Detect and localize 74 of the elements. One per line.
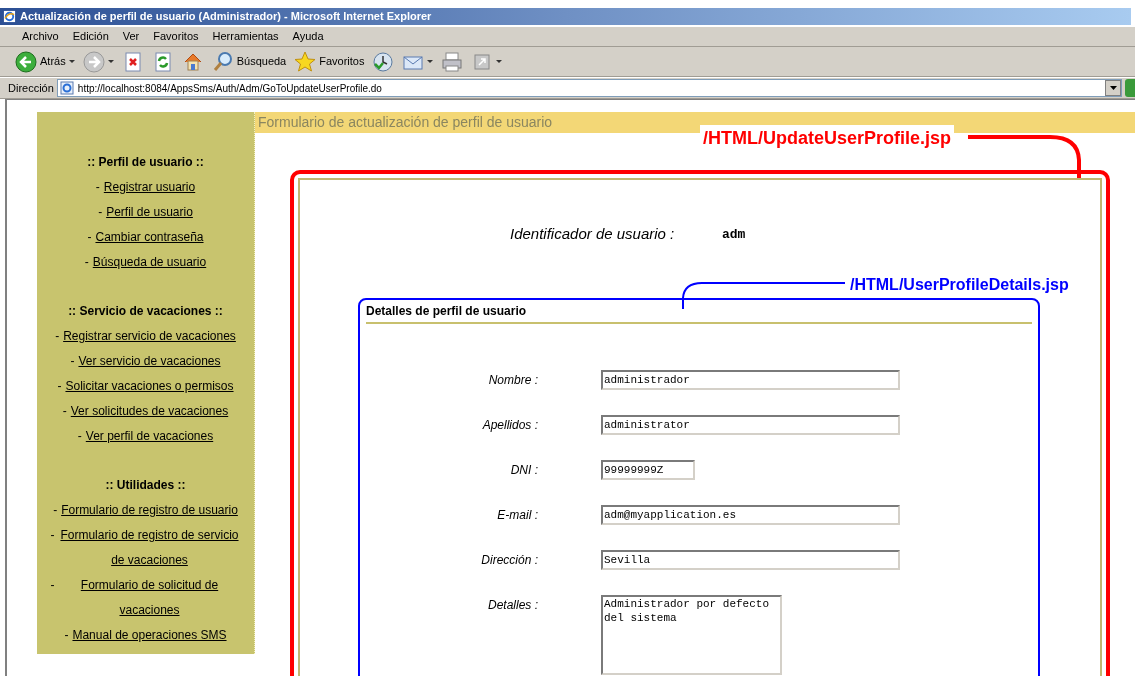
bullet-dash: - xyxy=(77,428,82,445)
caret-icon xyxy=(107,60,114,63)
input-field[interactable]: Sevilla xyxy=(601,549,900,570)
address-field[interactable]: http://localhost:8084/AppsSms/Auth/Adm/GoToUpdateUserProfile.do xyxy=(56,79,1122,97)
address-label: Dirección xyxy=(8,80,54,96)
section-title: Detalles de perfil de usuario xyxy=(366,302,528,320)
menu-item[interactable]: Ayuda xyxy=(292,28,324,45)
toolbar-button[interactable]: Favoritos xyxy=(293,48,366,75)
sidebar-link[interactable]: Manual de operaciones SMS xyxy=(72,623,227,648)
text-area[interactable]: Administrador por defecto del sistema xyxy=(601,594,782,675)
sidebar-link[interactable]: Formulario de registro de usuario xyxy=(61,498,238,523)
back-icon xyxy=(15,50,37,73)
sidebar-link[interactable]: Perfil de usuario xyxy=(106,200,193,225)
bullet-dash: - xyxy=(50,527,55,544)
sidebar-link[interactable]: Búsqueda de usuario xyxy=(92,250,207,275)
annotation-label: /HTML/UserProfileDetails.jsp xyxy=(850,275,1069,295)
user-id: adm xyxy=(721,225,746,244)
menu-item[interactable]: Edición xyxy=(72,28,109,45)
caret-icon xyxy=(496,60,503,63)
toolbar-button[interactable]: Búsqueda xyxy=(210,48,288,75)
caret-icon xyxy=(68,60,75,63)
sidebar-link[interactable]: Ver servicio de vacaciones xyxy=(78,349,221,374)
printer-icon xyxy=(441,50,464,73)
bullet-dash: - xyxy=(50,577,55,594)
menu-item[interactable]: Herramientas xyxy=(212,28,279,45)
input-field[interactable]: administrador xyxy=(601,369,900,390)
bullet-dash: - xyxy=(57,378,62,395)
field-label: Nombre : xyxy=(487,371,539,389)
field-label: E-mail : xyxy=(496,506,539,524)
bullet-dash: - xyxy=(84,254,89,271)
field-label: Dirección : xyxy=(480,551,539,569)
bullet-dash: - xyxy=(70,353,75,370)
caret-icon xyxy=(427,60,434,63)
window-title: Actualización de perfil de usuario (Administrador) - Microsoft Internet Explorer xyxy=(20,9,432,25)
bullet-dash: - xyxy=(53,502,58,519)
sidebar-link[interactable]: Registrar usuario xyxy=(103,175,196,200)
toolbar-button[interactable] xyxy=(81,48,115,75)
sidebar-link[interactable]: Formulario de solicitud de vacaciones xyxy=(58,573,241,623)
menu-item[interactable]: Archivo xyxy=(22,28,59,45)
caret-icon xyxy=(1109,86,1117,90)
field-label: DNI : xyxy=(509,461,539,479)
page-title: Formulario de actualización de perfil de usuario xyxy=(258,113,553,132)
dropdown-button[interactable] xyxy=(1105,80,1121,96)
toolbar-button[interactable]: Atrás xyxy=(14,48,76,75)
sidebar-link[interactable]: Solicitar vacaciones o permisos xyxy=(65,374,234,399)
bullet-dash: - xyxy=(98,204,103,221)
menu-item[interactable]: Favoritos xyxy=(153,28,199,45)
star-icon xyxy=(294,50,317,73)
bullet-dash: - xyxy=(87,229,92,246)
field-label: Detalles : xyxy=(486,596,539,614)
search-icon xyxy=(211,50,234,73)
sidebar-link[interactable]: Ver perfil de vacaciones xyxy=(85,424,214,449)
bullet-dash: - xyxy=(55,328,60,345)
input-field[interactable]: administrator xyxy=(601,414,900,435)
bullet-dash: - xyxy=(62,403,67,420)
sidebar-link[interactable]: Formulario de registro de servicio de vacaciones xyxy=(58,523,241,573)
browser-icon xyxy=(3,10,16,23)
sidebar-heading: :: Perfil de usuario :: xyxy=(87,154,204,171)
sidebar-link[interactable]: Registrar servicio de vacaciones xyxy=(63,324,236,349)
sidebar-heading: :: Servicio de vacaciones :: xyxy=(68,303,223,320)
input-field[interactable]: 99999999Z xyxy=(601,459,695,480)
forward-icon xyxy=(82,50,105,73)
clock-icon xyxy=(372,50,395,73)
url-text: http://localhost:8084/AppsSms/Auth/Adm/GoToUpdateUserProfile.do xyxy=(77,81,383,96)
sidebar-heading: :: Utilidades :: xyxy=(105,477,186,494)
page-icon xyxy=(59,81,74,95)
sidebar-link[interactable]: Ver solicitudes de vacaciones xyxy=(70,399,229,424)
bullet-dash: - xyxy=(64,627,69,644)
menu-item[interactable]: Ver xyxy=(122,28,140,45)
bullet-dash: - xyxy=(95,179,100,196)
field-label: Apellidos : xyxy=(481,416,539,434)
field-label: Identificador de usuario : xyxy=(510,224,676,244)
input-field[interactable]: adm@myapplication.es xyxy=(601,504,900,525)
sidebar-link[interactable]: Cambiar contraseña xyxy=(95,225,204,250)
